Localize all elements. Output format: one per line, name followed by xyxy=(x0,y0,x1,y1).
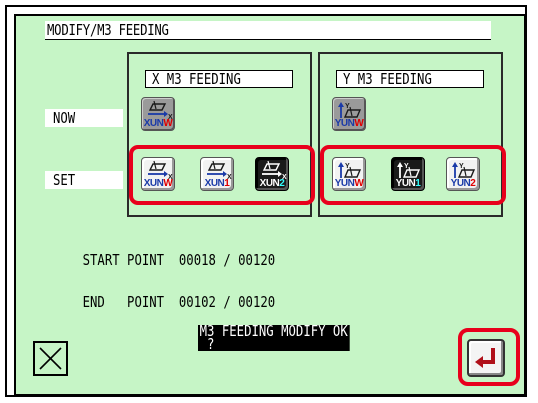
y-panel-title: Y M3 FEEDING xyxy=(343,70,432,88)
end-point-value: 00102 / 00120 xyxy=(178,293,276,311)
cancel-button[interactable] xyxy=(33,341,68,376)
x-feed-icon: X xyxy=(148,100,173,120)
end-point-label: END POINT xyxy=(82,293,165,311)
svg-text:Y: Y xyxy=(345,103,350,110)
y-feed-icon: Y xyxy=(452,162,476,178)
y-set-yun1-code: YUN1 xyxy=(395,178,421,189)
y-set-yun2-code: YUN2 xyxy=(450,178,476,189)
x-panel-title-box: X M3 FEEDING xyxy=(145,70,293,88)
now-label-box: NOW xyxy=(45,109,123,127)
confirm-message-line2: ? xyxy=(199,335,215,353)
x-set-xunw-code: XUNW xyxy=(143,178,173,189)
enter-button[interactable] xyxy=(467,339,505,377)
set-label: SET xyxy=(53,171,76,189)
y-set-yun1-button[interactable]: Y YUN1 xyxy=(391,157,425,191)
x-set-xunw-button[interactable]: X XUNW xyxy=(141,157,175,191)
x-panel-title: X M3 FEEDING xyxy=(152,70,241,88)
x-set-xun1-code: XUN1 xyxy=(204,178,230,189)
enter-button-highlight xyxy=(458,328,520,386)
y-panel-title-box: Y M3 FEEDING xyxy=(336,70,484,88)
y-set-yunw-code: YUNW xyxy=(334,178,364,189)
y-feed-icon: Y xyxy=(338,102,362,118)
y-feed-icon: Y xyxy=(338,162,362,178)
x-feed-icon: X xyxy=(262,160,287,180)
page-title: MODIFY/M3 FEEDING xyxy=(47,21,169,39)
svg-text:Y: Y xyxy=(459,163,464,170)
confirm-message-line1: M3 FEEDING MODIFY OK xyxy=(199,322,348,340)
x-feed-icon: X xyxy=(148,160,173,180)
set-label-box: SET xyxy=(45,171,123,189)
y-set-yun2-button[interactable]: Y YUN2 xyxy=(446,157,480,191)
start-point-label: START POINT xyxy=(82,251,165,269)
end-point-row: END POINT 00102 / 00120 xyxy=(53,275,276,329)
x-now-code: XUNW xyxy=(143,118,173,129)
start-point-value: 00018 / 00120 xyxy=(178,251,276,269)
y-set-yunw-button[interactable]: Y YUNW xyxy=(332,157,366,191)
enter-return-icon xyxy=(475,348,495,368)
svg-text:Y: Y xyxy=(345,163,350,170)
page-title-box: MODIFY/M3 FEEDING xyxy=(45,21,491,40)
screen: MODIFY/M3 FEEDING X M3 FEEDING Y M3 FEED… xyxy=(0,0,538,403)
now-label: NOW xyxy=(53,109,76,127)
x-set-xun2-button[interactable]: X XUN2 xyxy=(255,157,289,191)
y-now-indicator: Y YUNW xyxy=(332,97,366,131)
x-set-xun1-button[interactable]: X XUN1 xyxy=(200,157,234,191)
y-now-code: YUNW xyxy=(334,118,364,129)
confirm-message: M3 FEEDING MODIFY OK ? xyxy=(198,322,350,353)
close-icon xyxy=(39,347,62,370)
y-feed-icon: Y xyxy=(397,162,421,178)
x-now-indicator: X XUNW xyxy=(141,97,175,131)
svg-text:Y: Y xyxy=(404,163,409,170)
x-feed-icon: X xyxy=(207,160,232,180)
x-set-xun2-code: XUN2 xyxy=(259,178,285,189)
